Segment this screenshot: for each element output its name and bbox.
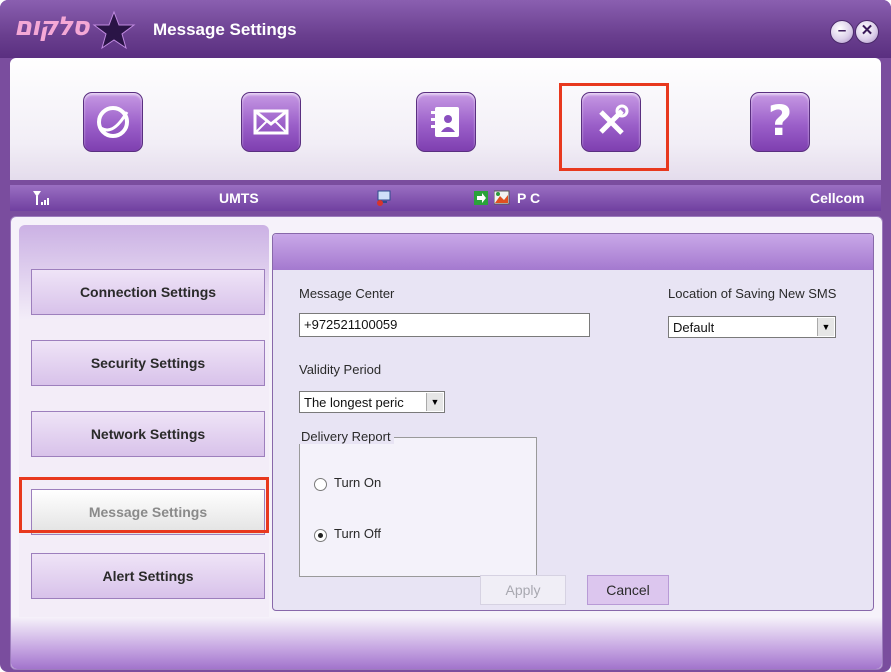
close-button[interactable]: ✕ (855, 20, 879, 44)
star-logo-icon (92, 10, 136, 50)
contacts-book-icon (431, 107, 459, 137)
internet-icon (97, 106, 129, 138)
active-nav-highlight (19, 477, 269, 533)
app-window: סלקום Message Settings – ✕ ? UMTS P C Ce… (0, 0, 891, 672)
settings-highlight (559, 83, 669, 171)
help-icon: ? (767, 96, 793, 145)
turn-off-label: Turn Off (334, 526, 381, 541)
message-settings-panel: Message Center +972521100059 Location of… (272, 233, 874, 611)
envelope-icon (253, 109, 289, 135)
help-button[interactable]: ? (750, 92, 810, 152)
save-location-value: Default (673, 320, 715, 335)
validity-period-label: Validity Period (299, 362, 382, 377)
message-center-label: Message Center (299, 286, 395, 301)
internet-button[interactable] (83, 92, 143, 152)
messages-button[interactable] (241, 92, 301, 152)
turn-on-label: Turn On (334, 475, 382, 490)
contacts-button[interactable] (416, 92, 476, 152)
picture-icon (494, 190, 510, 205)
connect-icon (474, 191, 488, 205)
computer-icon (377, 190, 391, 206)
validity-period-select[interactable]: The longest peric ▼ (299, 391, 445, 413)
apply-button[interactable]: Apply (480, 575, 566, 605)
save-location-label: Location of Saving New SMS (668, 286, 837, 301)
status-bar: UMTS P C Cellcom (10, 185, 881, 211)
turn-on-radio[interactable] (314, 478, 327, 491)
settings-nav: Connection Settings Security Settings Ne… (19, 225, 269, 655)
delivery-report-legend: Delivery Report (298, 429, 394, 444)
bottom-decoration (11, 617, 882, 669)
chevron-down-icon[interactable]: ▼ (817, 318, 834, 336)
main-toolbar: ? (10, 58, 881, 180)
minimize-button[interactable]: – (830, 20, 854, 44)
nav-network-settings[interactable]: Network Settings (31, 411, 265, 457)
panel-header (273, 234, 873, 270)
content-area: Connection Settings Security Settings Ne… (10, 216, 883, 670)
delivery-report-group: Delivery Report Turn On Turn Off (298, 429, 537, 577)
nav-alert-settings[interactable]: Alert Settings (31, 553, 265, 599)
turn-off-radio[interactable] (314, 529, 327, 542)
network-type: UMTS (219, 190, 259, 206)
connection-status: P C (517, 190, 541, 206)
title-bar[interactable]: סלקום Message Settings – ✕ (0, 0, 891, 58)
operator-name: Cellcom (810, 190, 865, 206)
nav-security-settings[interactable]: Security Settings (31, 340, 265, 386)
validity-period-value: The longest peric (304, 395, 404, 410)
save-location-select[interactable]: Default ▼ (668, 316, 836, 338)
signal-strength-icon (33, 191, 49, 205)
nav-connection-settings[interactable]: Connection Settings (31, 269, 265, 315)
message-center-input[interactable]: +972521100059 (299, 313, 590, 337)
cancel-button[interactable]: Cancel (587, 575, 669, 605)
chevron-down-icon[interactable]: ▼ (426, 393, 443, 411)
cellcom-logo: סלקום (14, 10, 139, 50)
window-title: Message Settings (153, 20, 297, 39)
brand-text: סלקום (14, 12, 90, 42)
